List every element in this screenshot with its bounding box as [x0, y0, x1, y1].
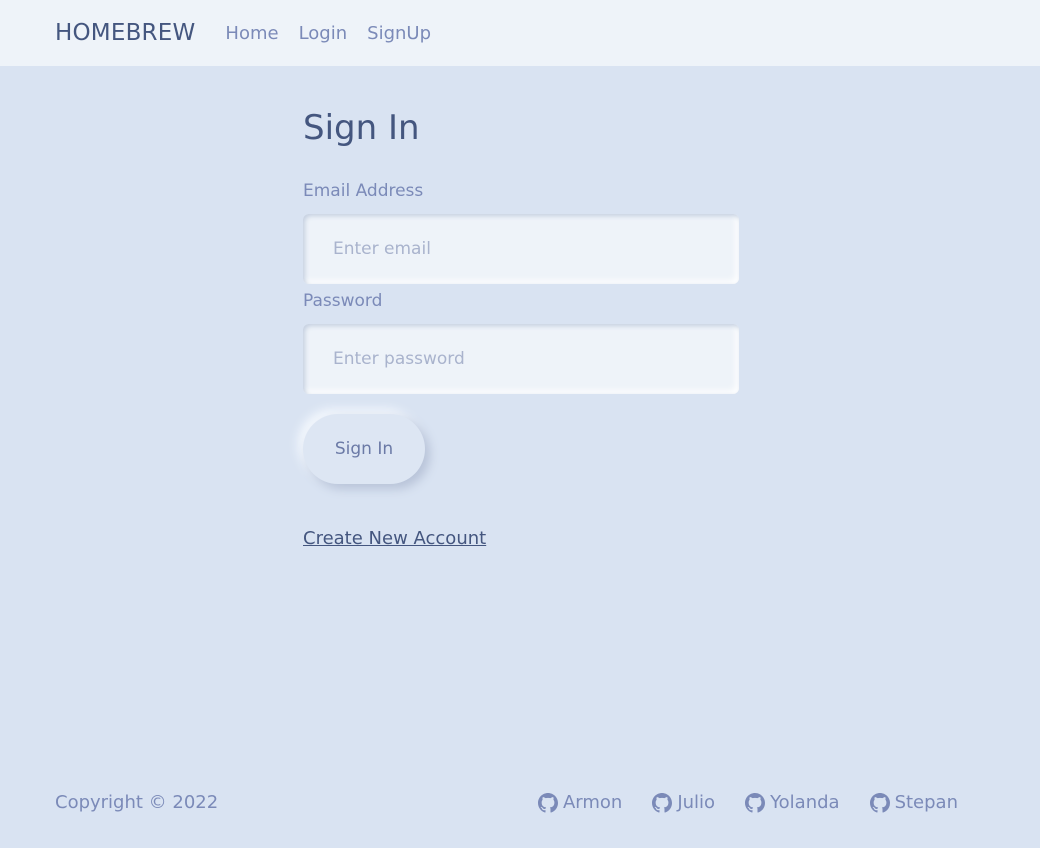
- github-icon: [537, 792, 558, 813]
- brand-link[interactable]: HOMEBREW: [55, 20, 195, 46]
- contributor-name: Julio: [677, 792, 716, 813]
- contributor-name: Armon: [562, 792, 623, 813]
- nav-link-signup[interactable]: SignUp: [367, 23, 431, 44]
- signin-button[interactable]: Sign In: [303, 414, 425, 484]
- nav-link-login[interactable]: Login: [299, 23, 348, 44]
- email-label: Email Address: [303, 181, 424, 201]
- github-icon: [869, 792, 890, 813]
- github-icon: [745, 792, 766, 813]
- contributor-link-yolanda[interactable]: Yolanda: [745, 792, 840, 813]
- github-icon: [652, 792, 673, 813]
- copyright-text: Copyright © 2022: [55, 792, 219, 813]
- contributor-name: Yolanda: [770, 792, 840, 813]
- contributor-links: Armon Julio Yolanda Stepan: [537, 792, 958, 813]
- contributor-link-armon[interactable]: Armon: [537, 792, 623, 813]
- contributor-link-stepan[interactable]: Stepan: [869, 792, 958, 813]
- nav-links: Home Login SignUp: [225, 23, 451, 44]
- nav-link-home[interactable]: Home: [225, 23, 278, 44]
- footer: Copyright © 2022 Armon Julio Yolanda Ste…: [0, 780, 1040, 828]
- password-label: Password: [303, 291, 383, 311]
- create-account-link[interactable]: Create New Account: [303, 528, 486, 549]
- password-input[interactable]: [303, 324, 739, 394]
- navbar: HOMEBREW Home Login SignUp: [0, 0, 1040, 66]
- signin-form: Sign In Email Address Password Sign In C…: [303, 100, 739, 549]
- page-title: Sign In: [303, 108, 420, 148]
- email-input[interactable]: [303, 214, 739, 284]
- contributor-link-julio[interactable]: Julio: [652, 792, 715, 813]
- contributor-name: Stepan: [894, 792, 958, 813]
